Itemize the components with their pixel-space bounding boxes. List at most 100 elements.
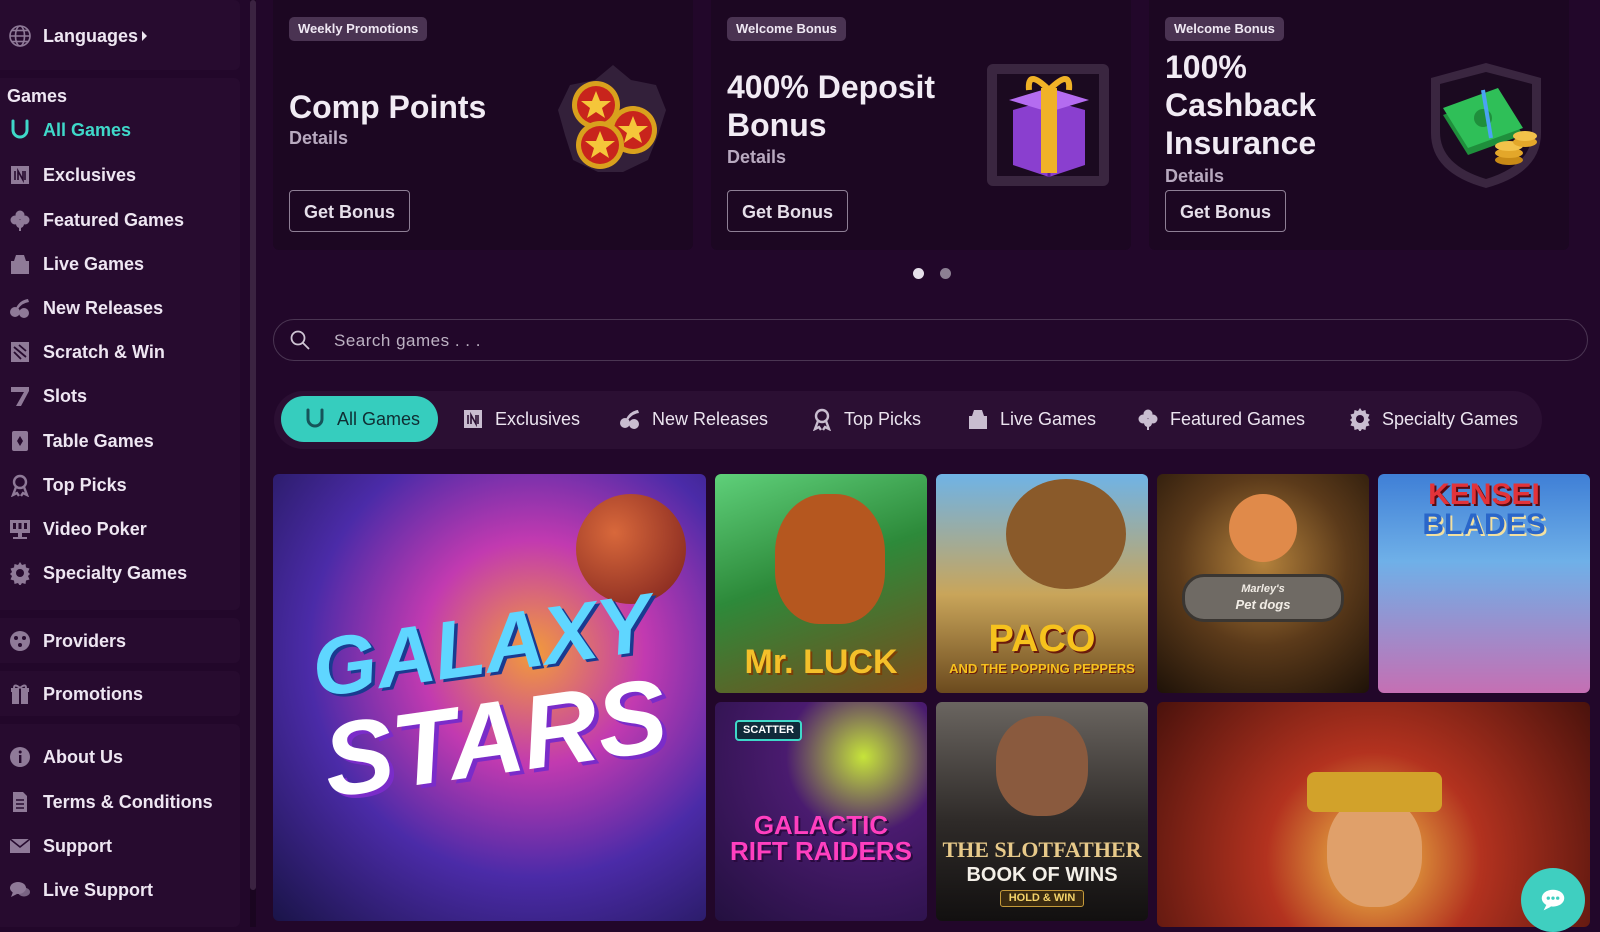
sidebar-item-label: Terms & Conditions <box>43 791 213 812</box>
sidebar-item-featured-games[interactable]: Featured Games <box>0 200 240 240</box>
fortune-god-graphic <box>1327 797 1422 907</box>
playing-card-icon <box>8 429 32 453</box>
cherries-icon <box>618 407 642 431</box>
promo-tag: Weekly Promotions <box>289 17 428 41</box>
tab-exclusives[interactable]: Exclusives <box>461 396 580 442</box>
search-bar <box>273 319 1588 361</box>
get-bonus-button[interactable]: Get Bonus <box>1165 190 1287 232</box>
document-icon <box>8 790 32 814</box>
sidebar-item-label: Table Games <box>43 430 154 451</box>
tab-live-games[interactable]: Live Games <box>966 396 1096 442</box>
sidebar-item-slots[interactable]: Slots <box>0 376 240 416</box>
game-title: GALAXY STARS <box>306 576 674 820</box>
promo-details-link[interactable]: Details <box>289 128 348 149</box>
promo-details-link[interactable]: Details <box>1165 166 1224 187</box>
languages-selector[interactable]: Languages <box>0 16 240 56</box>
sidebar-item-live-games[interactable]: Live Games <box>0 244 240 284</box>
gift-box-icon <box>987 64 1109 186</box>
tab-label: Live Games <box>1000 408 1097 429</box>
sidebar-item-table-games[interactable]: Table Games <box>0 421 240 461</box>
live-games-icon <box>8 252 32 276</box>
carousel-dot-2[interactable] <box>940 268 951 279</box>
sidebar-item-specialty-games[interactable]: Specialty Games <box>0 553 240 593</box>
sidebar: Languages Games All Games Exclusives Fea… <box>0 0 250 927</box>
slot-seven-icon <box>8 384 32 408</box>
character-graphic <box>1229 494 1297 562</box>
promo-details-link[interactable]: Details <box>727 147 786 168</box>
sidebar-item-label: Specialty Games <box>43 562 188 583</box>
sidebar-item-live-support[interactable]: Live Support <box>0 870 240 910</box>
coins-icon <box>558 65 666 172</box>
sidebar-item-scratch-win[interactable]: Scratch & Win <box>0 332 240 372</box>
clover-icon <box>8 208 32 232</box>
game-title: THE SLOTFATHER BOOK OF WINS HOLD & WIN <box>936 839 1148 907</box>
sidebar-item-new-releases[interactable]: New Releases <box>0 288 240 328</box>
game-tile-paco[interactable]: PACO AND THE POPPING PEPPERS <box>936 474 1148 693</box>
sidebar-item-label: About Us <box>43 746 123 767</box>
sidebar-item-support[interactable]: Support <box>0 826 240 866</box>
crown-graphic <box>1307 772 1442 812</box>
sidebar-item-top-picks[interactable]: Top Picks <box>0 465 240 505</box>
tab-new-releases[interactable]: New Releases <box>618 396 768 442</box>
cash-stack-icon <box>1431 63 1541 188</box>
leprechaun-graphic <box>775 494 885 624</box>
sidebar-item-label: New Releases <box>43 297 164 318</box>
sidebar-item-terms[interactable]: Terms & Conditions <box>0 782 240 822</box>
scrollbar-thumb[interactable] <box>250 0 256 890</box>
promo-title: Comp Points <box>289 89 487 125</box>
horseshoe-icon <box>303 407 327 431</box>
promo-tag: Welcome Bonus <box>727 17 846 41</box>
video-poker-icon <box>8 517 32 541</box>
get-bonus-button[interactable]: Get Bonus <box>289 190 411 232</box>
category-tabs: All Games Exclusives New Releases Top Pi… <box>274 391 1542 449</box>
scratch-ticket-icon <box>8 340 32 364</box>
tab-specialty-games[interactable]: Specialty Games <box>1348 396 1518 442</box>
sidebar-scrollbar[interactable] <box>250 0 256 927</box>
gift-icon <box>8 682 32 706</box>
game-title: Marley's Pet dogs <box>1182 574 1344 622</box>
sidebar-item-promotions[interactable]: Promotions <box>0 674 240 714</box>
game-tile-marleys-pet-dogs[interactable]: Marley's Pet dogs <box>1157 474 1369 693</box>
envelope-icon <box>8 834 32 858</box>
games-heading: Games <box>7 86 68 106</box>
sidebar-item-all-games[interactable]: All Games <box>0 110 240 150</box>
paco-graphic <box>1006 479 1126 589</box>
horseshoe-icon <box>8 118 32 142</box>
carousel-dot-1[interactable] <box>913 268 924 279</box>
tab-top-picks[interactable]: Top Picks <box>810 396 921 442</box>
game-tile-mr-luck[interactable]: Mr. LUCK <box>715 474 927 693</box>
sidebar-item-label: Promotions <box>43 683 144 704</box>
game-title: KENSEI BLADES <box>1422 478 1546 541</box>
game-tile-kensei-blades[interactable]: KENSEI BLADES <box>1378 474 1590 693</box>
tab-label: All Games <box>337 408 421 429</box>
search-icon <box>290 330 310 350</box>
promo-card-comp-points: Weekly Promotions Comp Points Details Ge… <box>273 0 693 250</box>
sidebar-item-label: Scratch & Win <box>43 341 165 362</box>
providers-icon <box>8 629 32 653</box>
sidebar-item-label: Support <box>43 835 112 856</box>
clover-icon <box>1136 407 1160 431</box>
globe-icon <box>8 24 32 48</box>
live-games-icon <box>966 407 990 431</box>
chat-bubbles-icon <box>8 878 32 902</box>
sidebar-item-about-us[interactable]: About Us <box>0 737 240 777</box>
tab-all-games[interactable]: All Games <box>281 396 439 442</box>
live-chat-button[interactable] <box>1521 868 1585 932</box>
tab-label: Exclusives <box>495 408 581 429</box>
caret-right-icon <box>142 31 148 41</box>
get-bonus-button[interactable]: Get Bonus <box>727 190 849 232</box>
scatter-badge: SCATTER <box>735 720 803 741</box>
game-tile-slotfather[interactable]: THE SLOTFATHER BOOK OF WINS HOLD & WIN <box>936 702 1148 921</box>
game-tile-galactic-rift-raiders[interactable]: SCATTER GALACTIC RIFT RAIDERS <box>715 702 927 921</box>
game-tile-galaxy-stars[interactable]: GALAXY STARS <box>273 474 706 921</box>
exclusives-icon <box>461 407 485 431</box>
gear-icon <box>1348 407 1372 432</box>
sidebar-item-label: Video Poker <box>43 518 147 539</box>
sidebar-item-exclusives[interactable]: Exclusives <box>0 155 240 195</box>
game-title: Mr. LUCK <box>744 643 898 681</box>
tab-featured-games[interactable]: Featured Games <box>1136 396 1305 442</box>
sidebar-item-providers[interactable]: Providers <box>0 621 240 661</box>
search-input[interactable] <box>332 326 1536 356</box>
promo-title: 400% Deposit Bonus <box>727 69 936 143</box>
sidebar-item-video-poker[interactable]: Video Poker <box>0 509 240 549</box>
